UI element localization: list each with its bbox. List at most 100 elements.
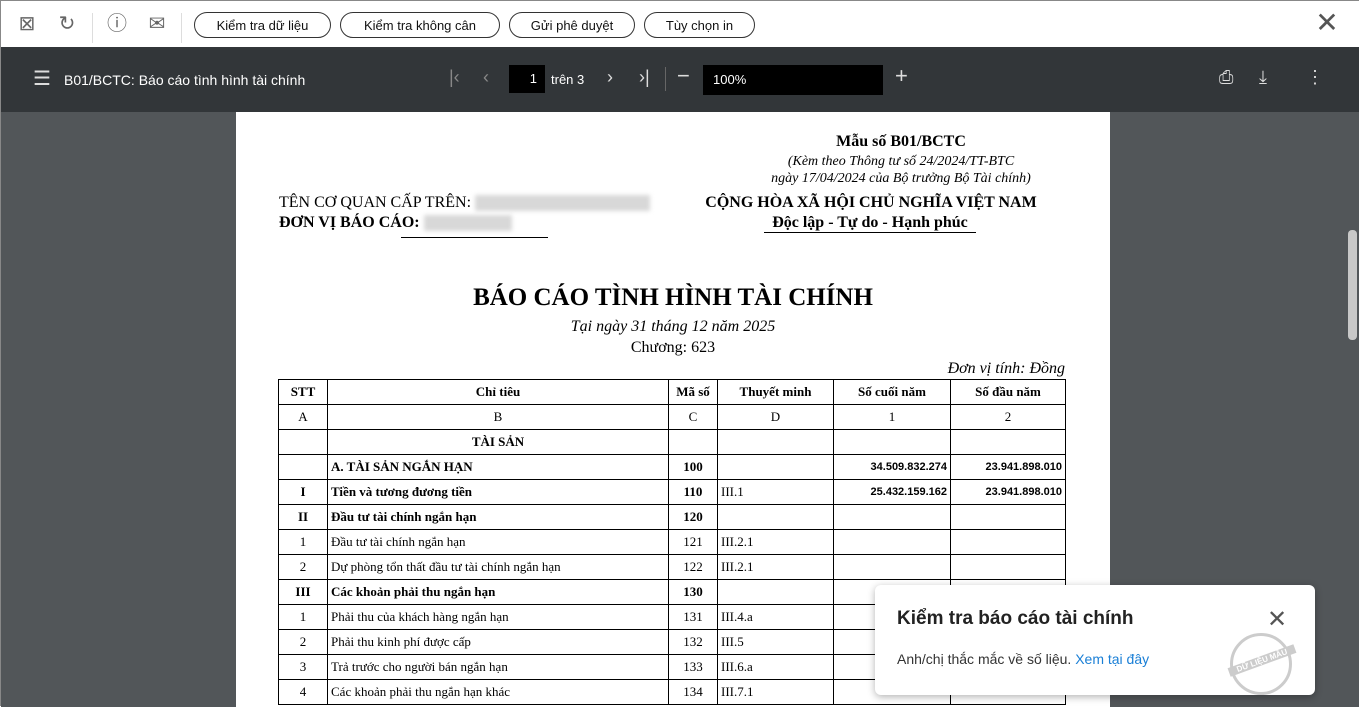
send-mail-icon[interactable]: ✉	[145, 14, 169, 34]
item-cell: Các khoản phải thu ngắn hạn khác	[327, 679, 669, 705]
page-input[interactable]: 1	[509, 65, 545, 93]
item-cell: A. TÀI SẢN NGẮN HẠN	[327, 454, 669, 480]
closing-balance-cell	[833, 429, 951, 455]
unit-label: ĐƠN VỊ BÁO CÁO:	[279, 214, 420, 231]
stt-cell: 2	[278, 554, 328, 580]
check-data-button[interactable]: Kiểm tra dữ liệu	[194, 12, 331, 38]
top-toolbar: ⊠ ↻ ⓘ ✉ Kiểm tra dữ liệu Kiểm tra không …	[1, 1, 1359, 47]
popup-close-icon[interactable]: ✕	[1267, 605, 1287, 634]
note-cell	[717, 579, 834, 605]
prev-page-icon[interactable]: ‹	[483, 67, 489, 88]
column-header: Số cuối năm	[833, 379, 951, 405]
stt-cell: I	[278, 479, 328, 505]
note-cell: III.2.1	[717, 554, 834, 580]
form-note: ngày 17/04/2024 của Bộ trưởng Bộ Tài chí…	[771, 171, 1031, 186]
zoom-out-icon[interactable]: −	[677, 63, 690, 89]
report-date: Tại ngày 31 tháng 12 năm 2025	[570, 318, 776, 335]
table-row: TÀI SẢN	[278, 429, 1066, 455]
page-total: trên 3	[551, 72, 585, 87]
scrollbar[interactable]	[1348, 230, 1357, 340]
code-cell: 130	[668, 579, 718, 605]
note-cell	[717, 454, 834, 480]
table-row: II Đầu tư tài chính ngắn hạn 120	[278, 504, 1066, 530]
stamp-text: DỮ LIỆU MẪU	[1227, 644, 1297, 677]
code-cell: 134	[668, 679, 718, 705]
code-cell: 120	[668, 504, 718, 530]
closing-balance-cell	[833, 504, 951, 530]
print-icon[interactable]: ⎙	[1219, 67, 1233, 88]
code-cell: 133	[668, 654, 718, 680]
item-cell: Dự phòng tổn thất đầu tư tài chính ngắn …	[327, 554, 669, 580]
stt-cell: 1	[278, 604, 328, 630]
column-code: 2	[950, 404, 1066, 430]
code-cell	[668, 429, 718, 455]
sample-data-stamp: DỮ LIỆU MẪU	[1227, 633, 1297, 695]
refresh-icon[interactable]: ↻	[55, 14, 79, 34]
form-note: (Kèm theo Thông tư số 24/2024/TT-BTC	[787, 154, 1015, 169]
note-cell	[717, 429, 834, 455]
nation-title: CỘNG HÒA XÃ HỘI CHỦ NGHĨA VIỆT NAM	[705, 194, 1037, 211]
opening-balance-cell	[950, 429, 1066, 455]
closing-balance-cell: 25.432.159.162	[833, 479, 951, 505]
first-page-icon[interactable]: |‹	[449, 67, 460, 88]
column-header: Chỉ tiêu	[327, 379, 669, 405]
opening-balance-cell	[950, 554, 1066, 580]
zoom-in-icon[interactable]: +	[895, 63, 908, 89]
chapter: Chương: 623	[630, 339, 716, 356]
stt-cell	[278, 454, 328, 480]
print-options-button[interactable]: Tùy chọn in	[644, 12, 755, 38]
excel-export-icon[interactable]: ⊠	[15, 14, 39, 34]
superior-agency: TÊN CƠ QUAN CẤP TRÊN:	[279, 194, 651, 212]
stt-cell: II	[278, 504, 328, 530]
item-cell: Trả trước cho người bán ngắn hạn	[327, 654, 669, 680]
redacted	[423, 215, 512, 232]
stt-cell: 2	[278, 629, 328, 655]
divider	[401, 237, 548, 238]
popup-message: Anh/chị thắc mắc về số liệu.	[897, 651, 1072, 667]
item-cell: Đầu tư tài chính ngắn hạn	[327, 504, 669, 530]
note-cell: III.2.1	[717, 529, 834, 555]
send-approval-button[interactable]: Gửi phê duyệt	[509, 12, 635, 38]
code-cell: 131	[668, 604, 718, 630]
item-cell: Đầu tư tài chính ngắn hạn	[327, 529, 669, 555]
popup-text: Anh/chị thắc mắc về số liệu. Xem tại đây	[897, 651, 1149, 667]
item-cell: Các khoản phải thu ngắn hạn	[327, 579, 669, 605]
column-code: B	[327, 404, 669, 430]
more-options-icon[interactable]: ⋮	[1306, 67, 1324, 88]
note-cell: III.5	[717, 629, 834, 655]
menu-icon[interactable]: ☰	[33, 66, 51, 91]
pdf-toolbar: ☰ B01/BCTC: Báo cáo tình hình tài chính …	[1, 47, 1359, 112]
stt-cell: III	[278, 579, 328, 605]
next-page-icon[interactable]: ›	[607, 67, 613, 88]
close-icon[interactable]: ✕	[1315, 9, 1339, 37]
code-cell: 100	[668, 454, 718, 480]
table-row: 2 Dự phòng tổn thất đầu tư tài chính ngắn…	[278, 554, 1066, 580]
stt-cell: 1	[278, 529, 328, 555]
column-code: A	[278, 404, 328, 430]
check-unbalanced-button[interactable]: Kiểm tra không cân	[340, 12, 500, 38]
opening-balance-cell	[950, 529, 1066, 555]
item-cell: Phải thu của khách hàng ngắn hạn	[327, 604, 669, 630]
column-header: Thuyết minh	[717, 379, 834, 405]
item-cell: Tiền và tương đương tiền	[327, 479, 669, 505]
divider	[92, 13, 93, 43]
opening-balance-cell: 23.941.898.010	[950, 454, 1066, 480]
table-code-row: ABCD12	[278, 404, 1066, 430]
help-icon[interactable]: ⓘ	[105, 14, 129, 34]
divider	[665, 67, 666, 91]
table-row: 1 Đầu tư tài chính ngắn hạn 121 III.2.1	[278, 529, 1066, 555]
code-cell: 110	[668, 479, 718, 505]
note-cell	[717, 504, 834, 530]
item-cell: Phải thu kinh phí được cấp	[327, 629, 669, 655]
last-page-icon[interactable]: ›|	[639, 67, 650, 88]
download-icon[interactable]: ⤓	[1259, 67, 1267, 88]
view-here-link[interactable]: Xem tại đây	[1075, 651, 1149, 667]
redacted	[475, 195, 651, 212]
table-row: I Tiền và tương đương tiền 110 III.1 25.432.…	[278, 479, 1066, 505]
closing-balance-cell: 34.509.832.274	[833, 454, 951, 480]
zoom-input[interactable]: 100%	[703, 65, 883, 95]
superior-label: TÊN CƠ QUAN CẤP TRÊN:	[279, 194, 472, 211]
column-code: C	[668, 404, 718, 430]
reporting-unit: ĐƠN VỊ BÁO CÁO:	[279, 214, 512, 232]
column-header: Mã số	[668, 379, 718, 405]
